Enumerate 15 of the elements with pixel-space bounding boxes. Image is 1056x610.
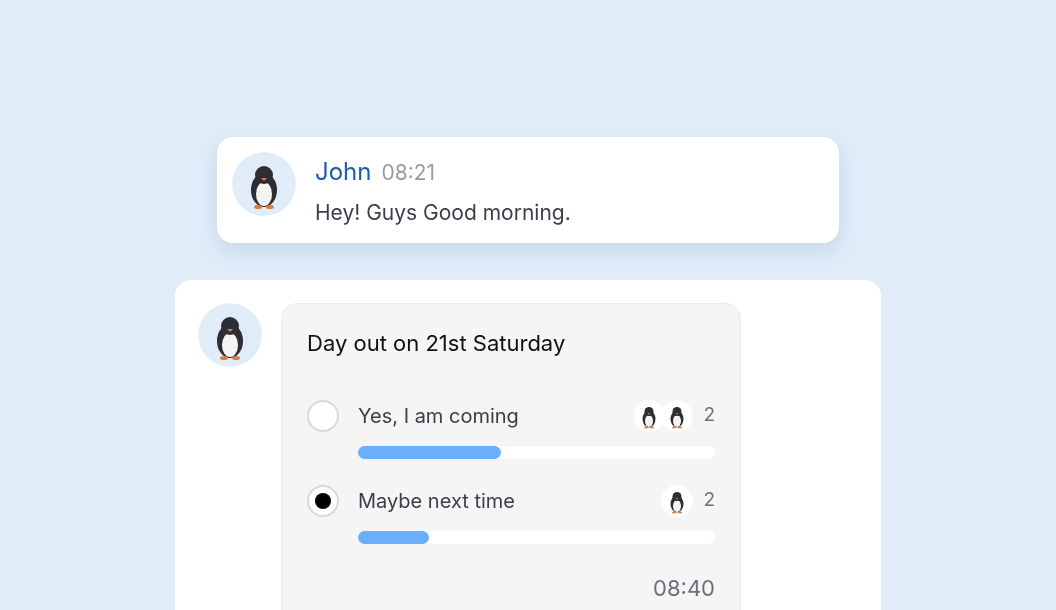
poll-title: Day out on 21st Saturday <box>307 328 567 358</box>
vote-count: 2 <box>703 402 715 429</box>
vote-count: 2 <box>703 487 715 514</box>
radio-button[interactable] <box>307 399 339 432</box>
voter-avatar-icon <box>661 484 694 517</box>
poll-time: 08:40 <box>653 573 715 603</box>
voter-avatar-icon <box>661 399 694 432</box>
message-time: 08:21 <box>381 159 436 187</box>
radio-button[interactable] <box>307 484 339 517</box>
option-label: Yes, I am coming <box>358 402 520 430</box>
author-name: John <box>315 156 372 188</box>
message-text: Hey! Guys Good morning. <box>315 198 571 227</box>
avatar-icon <box>232 152 296 216</box>
avatar-icon <box>198 302 262 367</box>
option-label: Maybe next time <box>358 487 516 515</box>
